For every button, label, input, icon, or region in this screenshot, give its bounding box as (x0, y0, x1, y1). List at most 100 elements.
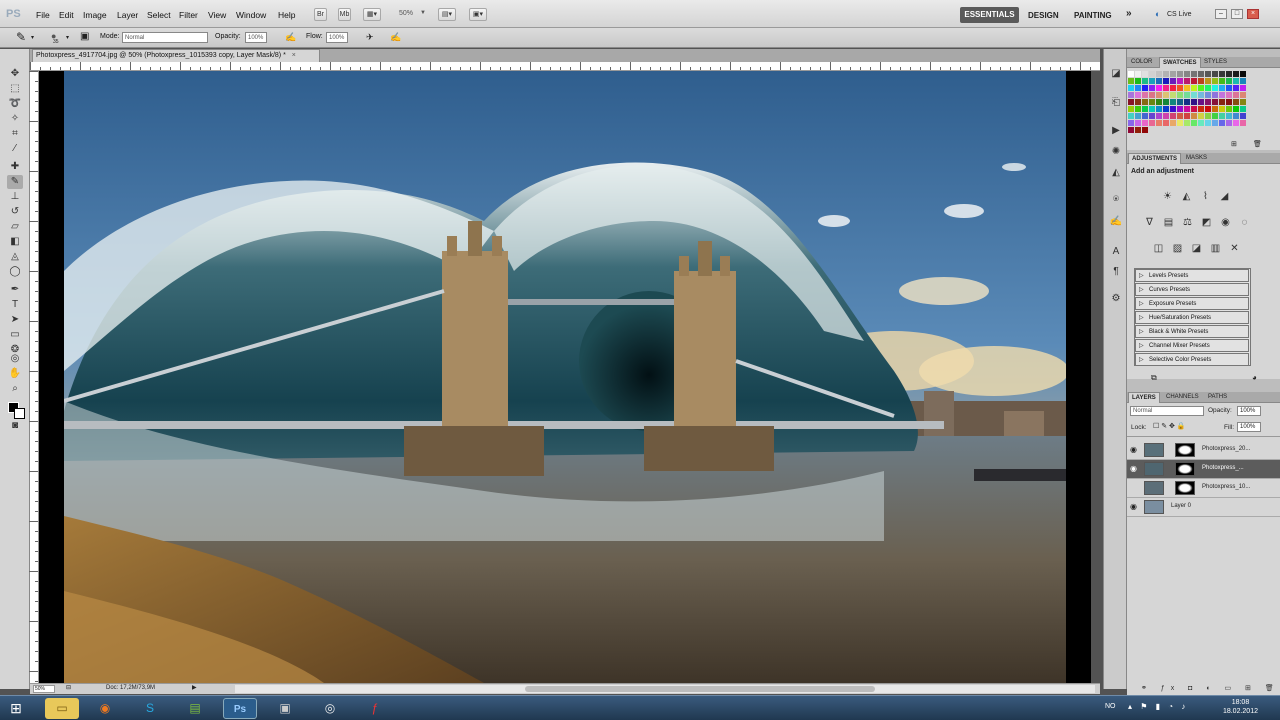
gradient-map-icon[interactable]: ▥ (1209, 242, 1222, 255)
color-swatch[interactable] (1198, 92, 1204, 98)
channel-mixer-icon[interactable]: ◌ (1238, 216, 1251, 229)
character-panel-icon[interactable]: A (1109, 245, 1123, 259)
color-swatch[interactable] (1219, 113, 1225, 119)
blur-tool-icon[interactable]: ◬ (7, 250, 23, 264)
layer-name[interactable]: Photoxpress_... (1202, 465, 1244, 471)
status-menu-icon[interactable]: ▶ (192, 684, 197, 691)
layer-actions-icons[interactable]: ⚭ ƒx ◘ ◐ ▭ ⊞ 🗑 (1141, 684, 1280, 692)
workspace-painting[interactable]: PAINTING (1074, 11, 1112, 20)
color-swatch[interactable] (1156, 85, 1162, 91)
flash-taskbar-icon[interactable]: ƒ (358, 698, 392, 719)
tray-icons[interactable]: ▴ ⚑ ▮ ◔ ♪ (1128, 702, 1188, 711)
quick-mask-icon[interactable]: ◙ (7, 419, 23, 433)
color-swatch[interactable] (1170, 99, 1176, 105)
color-swatch[interactable] (1135, 71, 1141, 77)
color-swatch[interactable] (1177, 85, 1183, 91)
color-swatch[interactable] (1170, 71, 1176, 77)
color-swatch[interactable] (1226, 92, 1232, 98)
tab-channels[interactable]: CHANNELS (1163, 392, 1202, 403)
color-swatch[interactable] (1233, 85, 1239, 91)
color-swatch[interactable] (1135, 113, 1141, 119)
layer-row[interactable]: Photoxpress_10... (1127, 479, 1280, 498)
preset-selective-color[interactable]: Selective Color Presets (1135, 353, 1249, 366)
menu-view[interactable]: View (208, 10, 226, 20)
preset-curves[interactable]: Curves Presets (1135, 283, 1249, 296)
mini-bridge-icon[interactable]: Mb (338, 8, 351, 21)
pen-tool-icon[interactable]: ✒ (7, 283, 23, 297)
quick-select-icon[interactable]: ✧ (7, 112, 23, 126)
color-swatch[interactable] (1219, 85, 1225, 91)
cs-live-icon[interactable]: ◐ (1155, 9, 1160, 19)
color-swatch[interactable] (1156, 71, 1162, 77)
canvas-area[interactable] (39, 71, 1091, 683)
move-tool-icon[interactable]: ✥ (7, 67, 23, 81)
tab-adjustments[interactable]: ADJUSTMENTS (1128, 153, 1182, 164)
color-swatch[interactable] (1212, 106, 1218, 112)
color-swatch[interactable] (1191, 71, 1197, 77)
document-tab[interactable]: Photoxpress_4917704.jpg @ 50% (Photoxpre… (32, 49, 320, 62)
color-swatch[interactable] (1205, 85, 1211, 91)
color-swatch[interactable] (1128, 71, 1134, 77)
color-swatch[interactable] (1177, 78, 1183, 84)
healing-brush-icon[interactable]: ✚ (7, 160, 23, 174)
tab-masks[interactable]: MASKS (1183, 153, 1210, 164)
system-clock[interactable]: 18:08 18.02.2012 (1223, 698, 1258, 716)
dodge-tool-icon[interactable]: ◯ (7, 265, 23, 279)
color-swatch[interactable] (1128, 78, 1134, 84)
layer-visibility-eye-icon[interactable]: ◉ (1130, 445, 1137, 454)
color-swatch[interactable] (1184, 85, 1190, 91)
photo-filter-icon[interactable]: ◉ (1219, 216, 1232, 229)
history-brush-icon[interactable]: ↺ (7, 205, 23, 219)
start-button-icon[interactable]: ⊞ (4, 698, 28, 719)
color-swatch[interactable] (1135, 127, 1141, 133)
levels-icon[interactable]: ◭ (1180, 190, 1193, 203)
color-swatch[interactable] (1198, 85, 1204, 91)
color-swatch[interactable] (1163, 92, 1169, 98)
curves-icon[interactable]: ⌇ (1199, 190, 1212, 203)
color-swatch[interactable] (1198, 71, 1204, 77)
color-swatch[interactable] (1240, 99, 1246, 105)
zoom-level[interactable]: 50% (399, 10, 413, 17)
color-swatch[interactable] (1149, 113, 1155, 119)
layer-visibility-eye-icon[interactable]: ◉ (1130, 502, 1137, 511)
arrange-documents-icon[interactable]: ▤▾ (438, 8, 456, 21)
adjustment-eye-icon[interactable]: ◕ (1252, 373, 1257, 382)
layer-visibility-eye-icon[interactable]: ◉ (1130, 464, 1137, 473)
color-swatch[interactable] (1184, 106, 1190, 112)
minimize-icon[interactable]: – (1215, 9, 1227, 19)
color-swatch[interactable] (1142, 120, 1148, 126)
layer-mask-thumbnail[interactable] (1175, 481, 1195, 495)
airbrush-icon[interactable]: ✈ (366, 32, 374, 43)
color-swatch[interactable] (1226, 71, 1232, 77)
color-swatch[interactable] (1177, 92, 1183, 98)
histogram-panel-icon[interactable]: ◭ (1109, 166, 1123, 180)
color-swatch[interactable] (1233, 99, 1239, 105)
color-swatch[interactable] (1128, 120, 1134, 126)
color-swatch[interactable] (1163, 99, 1169, 105)
clone-source-panel-icon[interactable]: ⍟ (1109, 193, 1123, 207)
crop-tool-icon[interactable]: ⌗ (7, 127, 23, 141)
color-swatch[interactable] (1170, 113, 1176, 119)
color-swatch[interactable] (1226, 113, 1232, 119)
close-icon[interactable]: × (1247, 9, 1259, 19)
color-swatch[interactable] (1177, 120, 1183, 126)
color-swatch[interactable] (1163, 120, 1169, 126)
color-swatch[interactable] (1212, 120, 1218, 126)
color-swatch[interactable] (1142, 106, 1148, 112)
color-swatch[interactable] (1135, 120, 1141, 126)
hue-saturation-icon[interactable]: ▤ (1162, 216, 1175, 229)
brush-presets-panel-icon[interactable]: ✍ (1109, 215, 1123, 229)
color-swatch[interactable] (1149, 120, 1155, 126)
color-swatch[interactable] (1170, 85, 1176, 91)
eraser-tool-icon[interactable]: ▱ (7, 220, 23, 234)
color-swatch[interactable] (1177, 99, 1183, 105)
color-swatch[interactable] (1149, 78, 1155, 84)
color-swatch[interactable] (1205, 99, 1211, 105)
menu-filter[interactable]: Filter (179, 10, 198, 20)
itunes-taskbar-icon[interactable]: ◎ (313, 698, 347, 719)
color-swatch[interactable] (1128, 92, 1134, 98)
vibrance-icon[interactable]: ∇ (1143, 216, 1156, 229)
brush-panel-icon[interactable]: ▣ (80, 31, 89, 42)
layer-name[interactable]: Layer 0 (1171, 503, 1191, 509)
paragraph-panel-icon[interactable]: ¶ (1109, 265, 1123, 279)
